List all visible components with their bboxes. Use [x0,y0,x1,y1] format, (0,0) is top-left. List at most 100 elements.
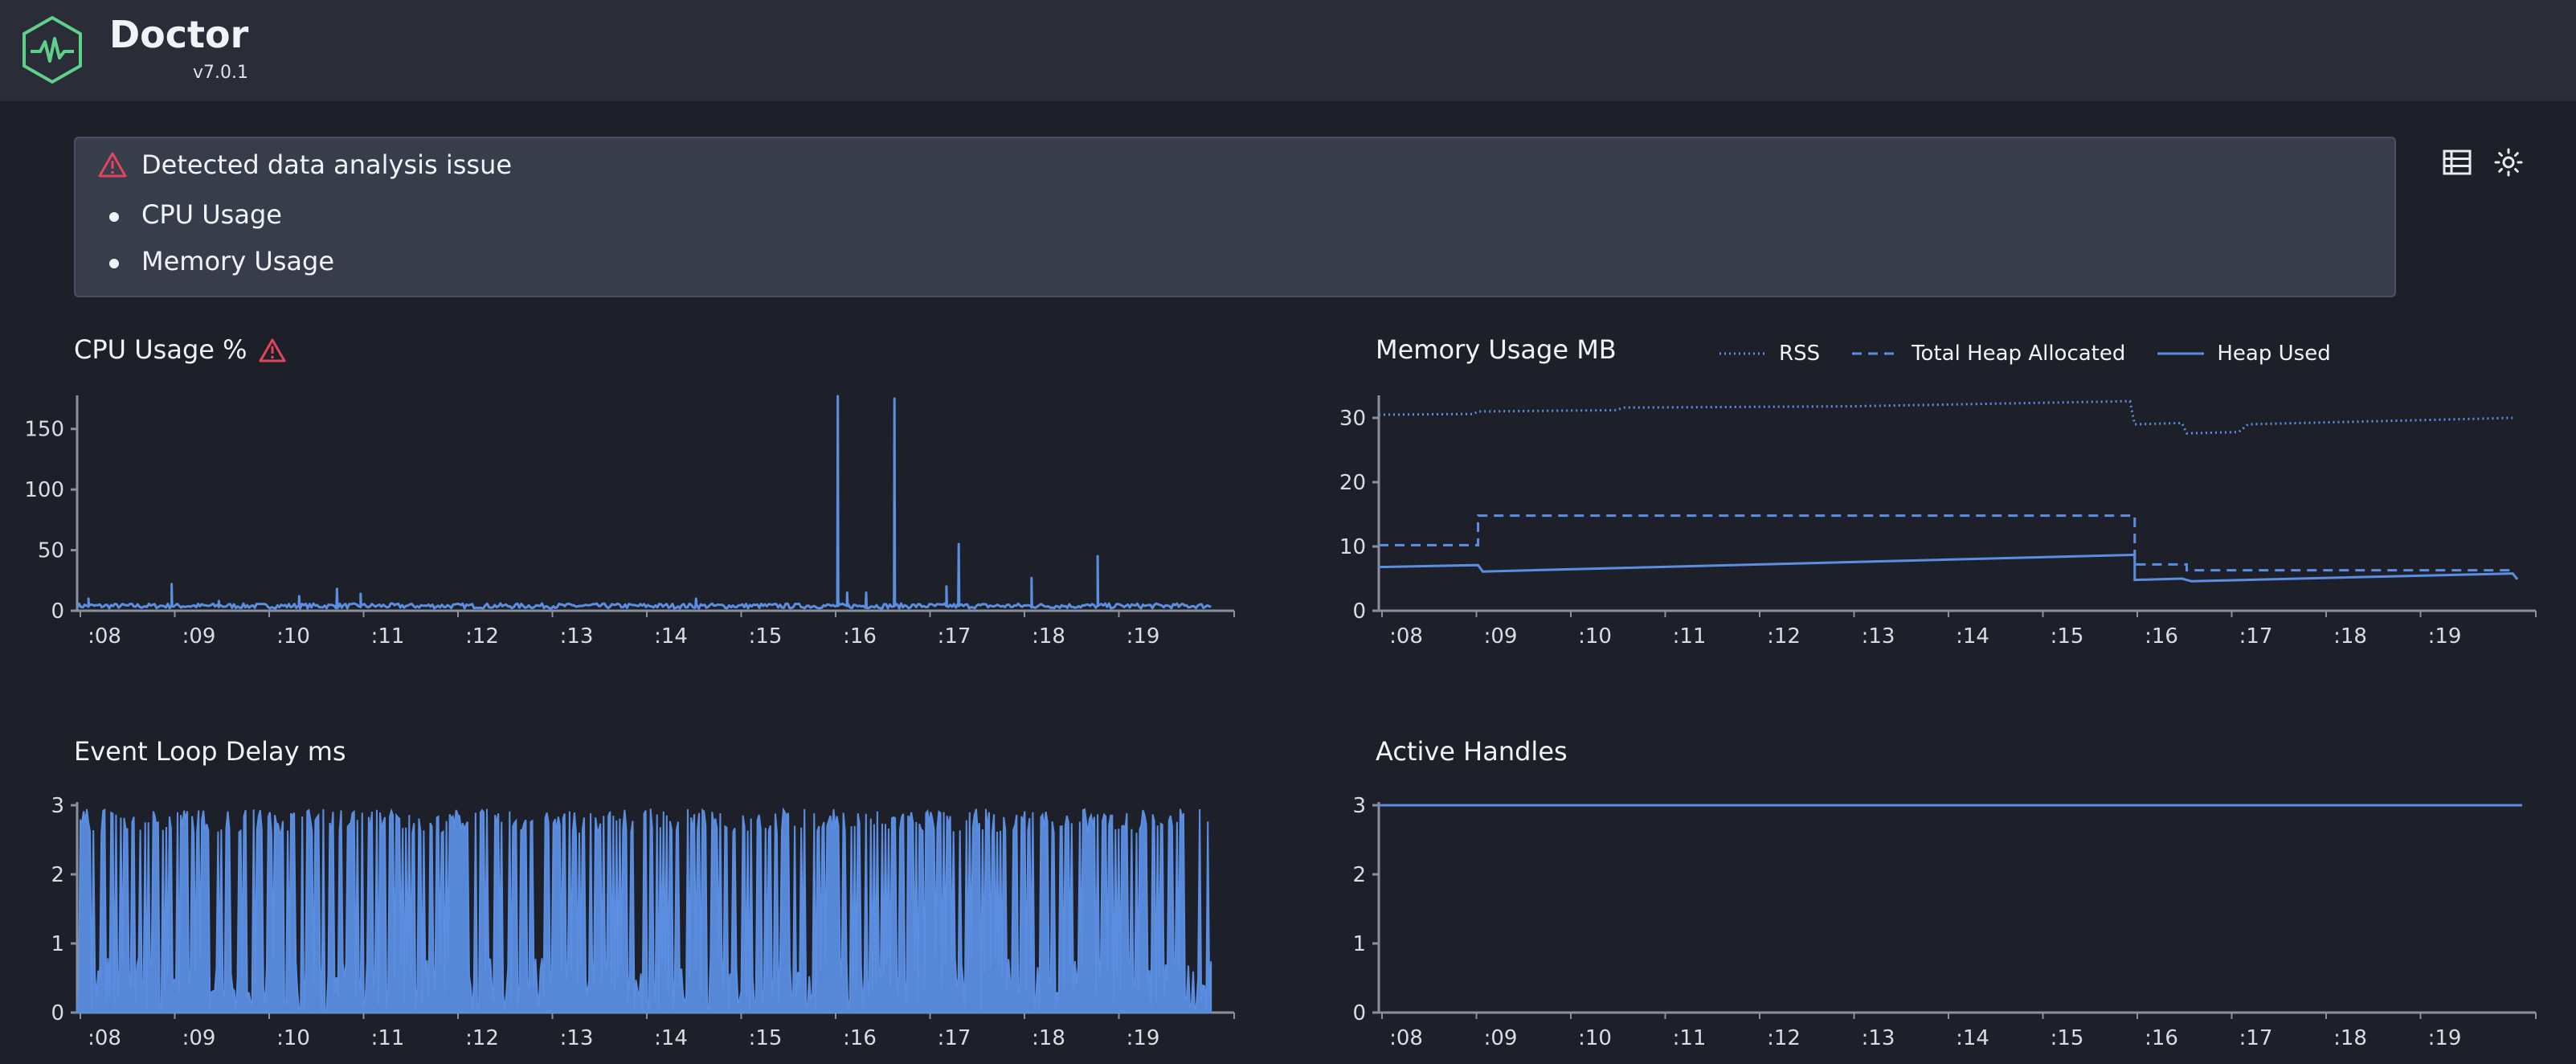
memory-series-solid-line [1378,553,2519,583]
memory-series-dotted-line [1378,399,2513,435]
legend-label: Total Heap Allocated [1912,342,2126,366]
alert-issue-item: CPU Usage [108,199,334,246]
x-tick-label: :11 [371,624,405,649]
alert-title: Detected data analysis issue [141,149,513,180]
memory-usage-chart[interactable]: 0 10 20 30 :08 :09 :10 :11 :12 :13 :14 :15 :16 :17 :18… [1286,378,2576,667]
y-tick-label: 0 [51,600,64,624]
x-tick-label: :08 [88,1026,121,1050]
legend-item-heap-used[interactable]: Heap Used [2157,342,2331,366]
memory-legend: RSS Total Heap Allocated Heap Used [1719,338,2331,370]
x-tick-label: :17 [2239,624,2273,649]
y-tick-label: 0 [51,1001,64,1025]
legend-swatch-solid [2157,352,2205,355]
x-tick-label: :13 [1862,1026,1895,1050]
y-tick-label: 10 [1339,535,1366,559]
x-tick-label: :11 [371,1026,405,1050]
x-tick-label: :08 [1389,624,1423,649]
x-tick-label: :11 [1673,1026,1707,1050]
y-tick-label: 1 [1352,932,1366,956]
app-version: v7.0.1 [193,63,248,83]
y-tick-label: 2 [1352,863,1366,887]
legend-item-total-heap[interactable]: Total Heap Allocated [1852,342,2125,366]
x-tick-label: :15 [749,624,783,649]
x-tick-label: :19 [2428,624,2462,649]
x-tick-label: :16 [2145,1026,2178,1050]
x-tick-label: :19 [1126,624,1160,649]
y-tick-label: 100 [24,478,64,502]
app-title: Doctor [109,13,249,56]
eventloop-panel-title: Event Loop Delay ms [74,736,346,767]
legend-label: RSS [1779,342,1821,366]
y-tick-label: 3 [51,794,64,818]
x-tick-label: :08 [88,624,121,649]
x-tick-label: :09 [182,1026,216,1050]
legend-swatch-dashed [1852,352,1899,355]
alert-issue-item: Memory Usage [108,246,334,293]
y-tick-label: 50 [38,539,64,563]
x-tick-label: :16 [843,1026,877,1050]
warning-triangle-icon[interactable] [259,338,286,363]
x-tick-label: :12 [465,624,499,649]
x-tick-label: :13 [1862,624,1895,649]
x-tick-label: :14 [654,1026,688,1050]
x-tick-label: :13 [560,1026,594,1050]
y-tick-label: 150 [24,418,64,442]
warning-triangle-icon [98,152,127,178]
x-tick-label: :08 [1389,1026,1423,1050]
x-tick-label: :17 [938,1026,971,1050]
memory-series-dashed-line [1379,514,2513,572]
x-tick-label: :12 [1767,624,1801,649]
x-tick-label: :12 [1767,1026,1801,1050]
x-tick-label: :18 [2333,1026,2367,1050]
y-tick-label: 3 [1352,794,1366,818]
y-tick-label: 0 [1352,600,1366,624]
cpu-panel-title: CPU Usage % [74,334,247,365]
x-tick-label: :19 [1126,1026,1160,1050]
x-tick-label: :18 [1032,1026,1065,1050]
x-tick-label: :13 [560,624,594,649]
cpu-usage-line [76,395,1212,610]
x-tick-label: :14 [1956,624,1989,649]
x-tick-label: :10 [276,1026,310,1050]
x-tick-label: :09 [1484,1026,1518,1050]
x-tick-label: :15 [2051,1026,2084,1050]
x-tick-label: :17 [938,624,971,649]
legend-label: Heap Used [2217,342,2331,366]
x-tick-label: :10 [1578,1026,1612,1050]
x-tick-label: :09 [182,624,216,649]
legend-swatch-dotted [1719,352,1766,355]
event-loop-delay-area [76,807,1212,1014]
x-tick-label: :10 [276,624,310,649]
active-handles-chart[interactable]: 0 1 2 3 :08 :09 :10 :11 :12 :13 :14 :15 :16 :17 :18 :19 [1286,780,2576,1064]
handles-panel-title: Active Handles [1376,736,1568,767]
heartbeat-hexagon-icon[interactable] [19,14,85,85]
x-tick-label: :10 [1578,624,1612,649]
list-view-icon[interactable] [2439,145,2475,180]
x-tick-label: :14 [654,624,688,649]
x-tick-label: :14 [1956,1026,1989,1050]
x-tick-label: :12 [465,1026,499,1050]
legend-item-rss[interactable]: RSS [1719,342,1820,366]
y-tick-label: 20 [1339,471,1366,495]
y-tick-label: 1 [51,932,64,956]
cpu-usage-chart[interactable]: 0 50 100 150 :08 :09 :10 :11 :12 :13 :14 :15 :16 :17:… [0,378,1286,667]
y-tick-label: 0 [1352,1001,1366,1025]
y-tick-label: 2 [51,863,64,887]
app-header: Doctor v7.0.1 [0,0,2576,101]
y-tick-label: 30 [1339,407,1366,431]
alert-issue-list: CPU Usage Memory Usage [108,199,334,293]
event-loop-delay-chart[interactable]: 0 1 2 3 :08 :09 :10 :11 :12 :13 :14 :15 :16 :17 :18 :19 [0,780,1286,1064]
x-tick-label: :17 [2239,1026,2273,1050]
sun-icon[interactable] [2491,145,2526,180]
x-tick-label: :19 [2428,1026,2462,1050]
alert-banner: Detected data analysis issue CPU Usage M… [74,137,2396,297]
x-tick-label: :18 [1032,624,1065,649]
x-tick-label: :15 [749,1026,783,1050]
x-tick-label: :11 [1673,624,1707,649]
x-tick-label: :16 [843,624,877,649]
x-tick-label: :16 [2145,624,2178,649]
x-tick-label: :18 [2333,624,2367,649]
memory-panel-title: Memory Usage MB [1376,334,1617,365]
x-tick-label: :15 [2051,624,2084,649]
x-tick-label: :09 [1484,624,1518,649]
